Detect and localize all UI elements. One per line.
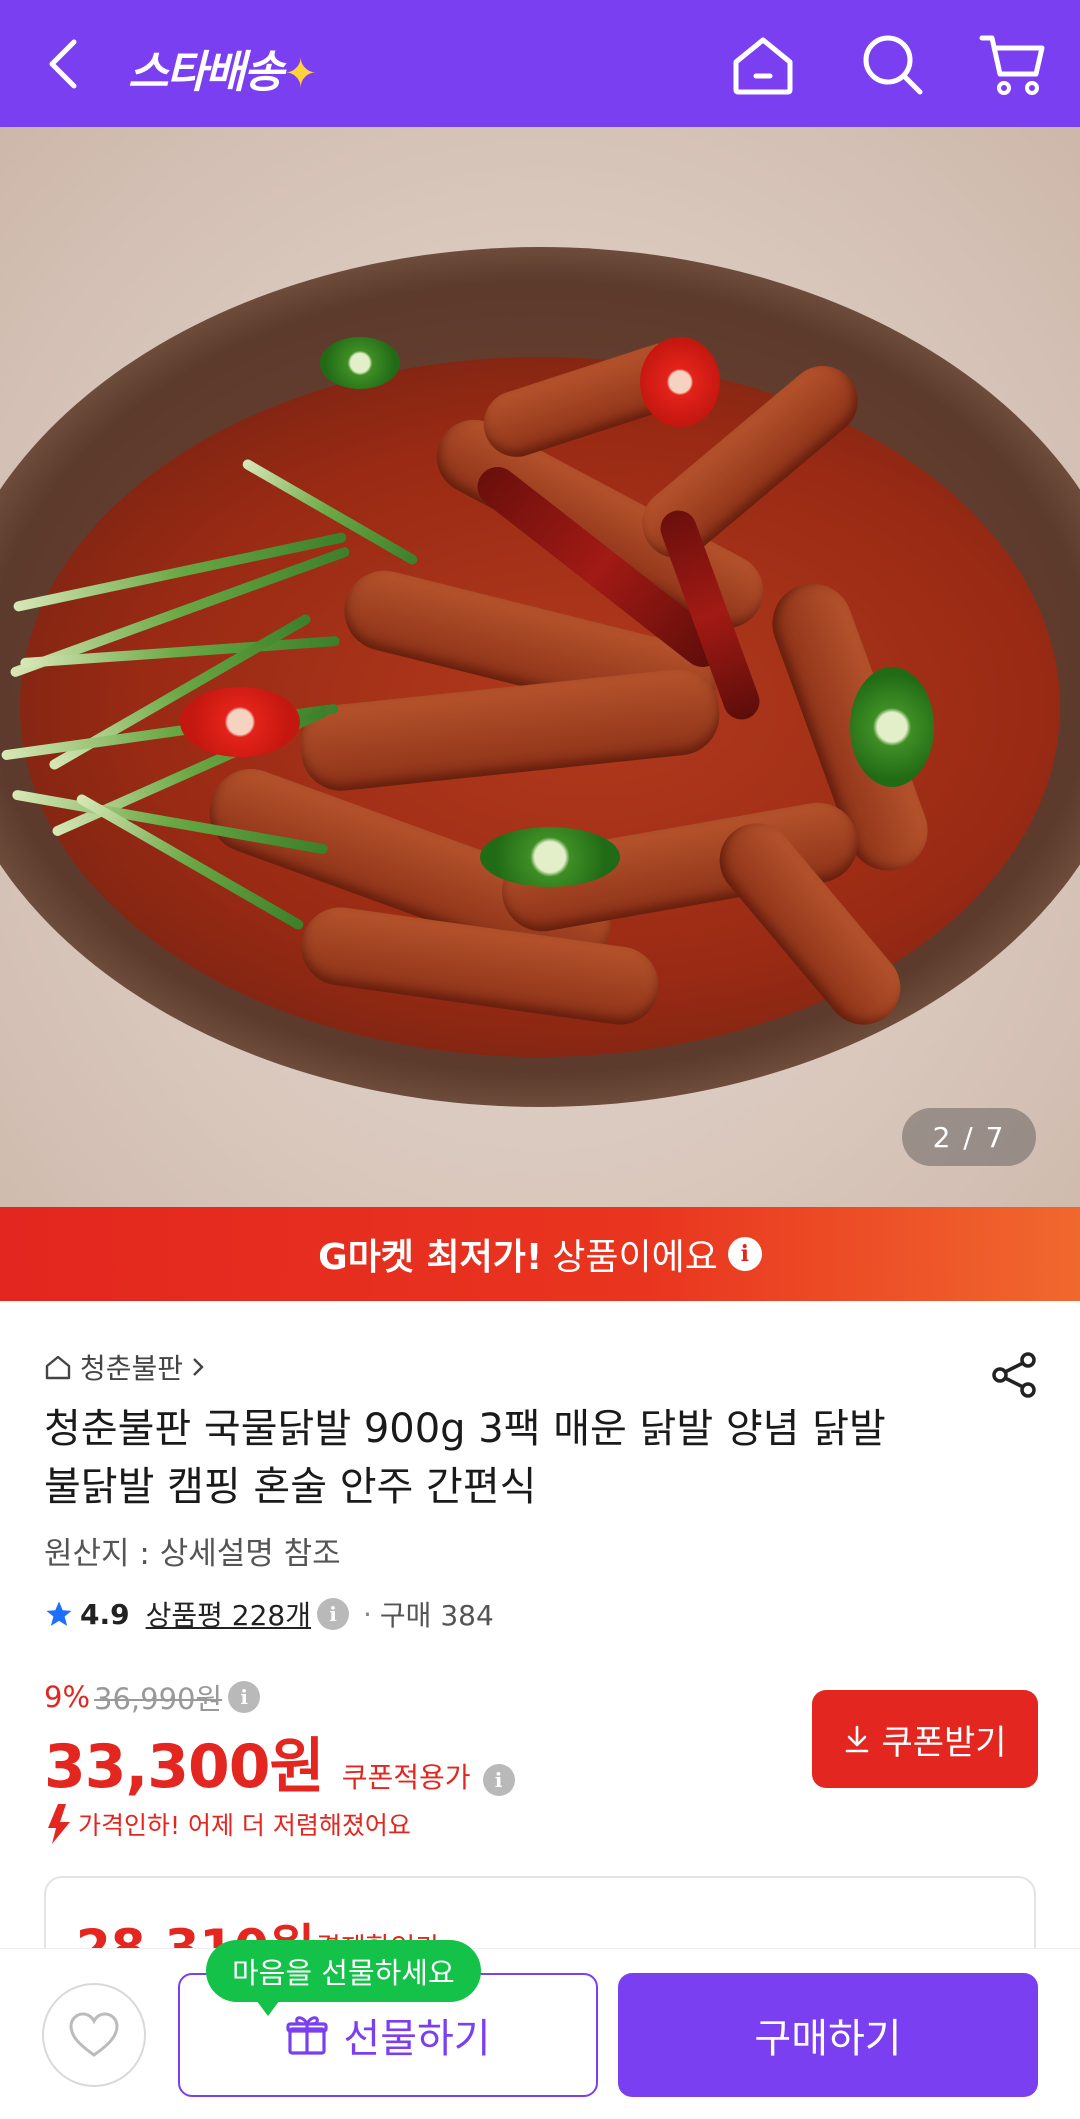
chevron-right-icon [193,1358,204,1376]
cart-icon [979,35,1045,95]
reviews-link[interactable]: 상품평 228개 [146,1594,311,1634]
product-image[interactable] [0,127,1080,1207]
price-down-arrow-icon [48,1804,70,1844]
price-drop-notice: 가격인하! 어제 더 저렴해졌어요 [44,1802,411,1846]
product-title: 청춘불판 국물닭발 900g 3팩 매운 닭발 양념 닭발 불닭발 캠핑 혼술 … [44,1406,886,1510]
back-arrow-icon [49,39,77,89]
gift-button-label: 선물하기 [343,2016,491,2062]
star-icon [46,1601,72,1626]
store-name: 청춘불판 [80,1352,184,1385]
store-home-icon [45,1355,71,1380]
original-price: 36,990원 [94,1682,223,1716]
bottom-action-bar: 선물하기 구매하기 [0,1948,1080,2119]
purchase-count: 구매 384 [379,1599,494,1632]
info-icon[interactable]: i [317,1598,349,1630]
red-pepper-slice [180,687,300,757]
logo-star-icon: ✦ [283,51,317,97]
coupon-price-label: 쿠폰적용가 [341,1761,471,1794]
discount-percent: 9% [44,1680,91,1714]
buy-button[interactable]: 구매하기 [618,1973,1038,2097]
price-row: 33,300원 쿠폰적용가 i [44,1718,515,1805]
promo-text: 상품이에요 [552,1237,718,1278]
search-icon [863,35,923,95]
get-coupon-button[interactable]: 쿠폰받기 [812,1690,1038,1788]
brand-logo[interactable]: 스타배송✦ [128,36,317,100]
search-button[interactable] [858,30,928,100]
download-icon [846,1725,869,1753]
heart-icon [69,2012,119,2057]
green-pepper-slice [480,827,620,887]
separator-dot: · [363,1597,372,1631]
store-link[interactable]: 청춘불판 [44,1347,205,1387]
rating-row: 4.9 상품평 228개 i · 구매 384 [44,1594,494,1634]
top-header: 스타배송✦ [0,0,1080,127]
home-button[interactable] [728,30,798,100]
discount-row: 9% 36,990원 i [44,1676,261,1718]
share-icon [992,1352,1036,1398]
gift-tooltip: 마음을 선물하세요 [206,1940,481,2016]
cart-button[interactable] [978,30,1048,100]
green-pepper-slice [320,337,400,389]
info-icon[interactable]: i [228,1681,261,1713]
price-drop-text: 가격인하! 어제 더 저렴해졌어요 [78,1811,411,1840]
home-icon [733,37,793,95]
share-button[interactable] [990,1350,1040,1400]
info-icon[interactable]: i [482,1764,515,1796]
info-icon[interactable]: i [727,1237,762,1271]
back-button[interactable] [40,34,90,94]
logo-text: 스타배송 [128,47,284,98]
coupon-price: 33,300원 [44,1732,325,1802]
buy-button-label: 구매하기 [754,2016,902,2062]
wishlist-button[interactable] [42,1983,146,2087]
origin-info: 원산지 : 상세설명 참조 [44,1536,341,1572]
coupon-button-label: 쿠폰받기 [881,1722,1007,1763]
promo-bold-text: G마켓 최저가! [318,1237,543,1278]
gift-icon [286,2016,328,2055]
red-pepper-slice [640,337,720,427]
green-pepper-slice [850,667,934,787]
rating-score: 4.9 [80,1597,130,1631]
image-counter: 2 / 7 [902,1108,1036,1166]
lowest-price-banner[interactable]: G마켓 최저가! 상품이에요 i [0,1207,1080,1301]
